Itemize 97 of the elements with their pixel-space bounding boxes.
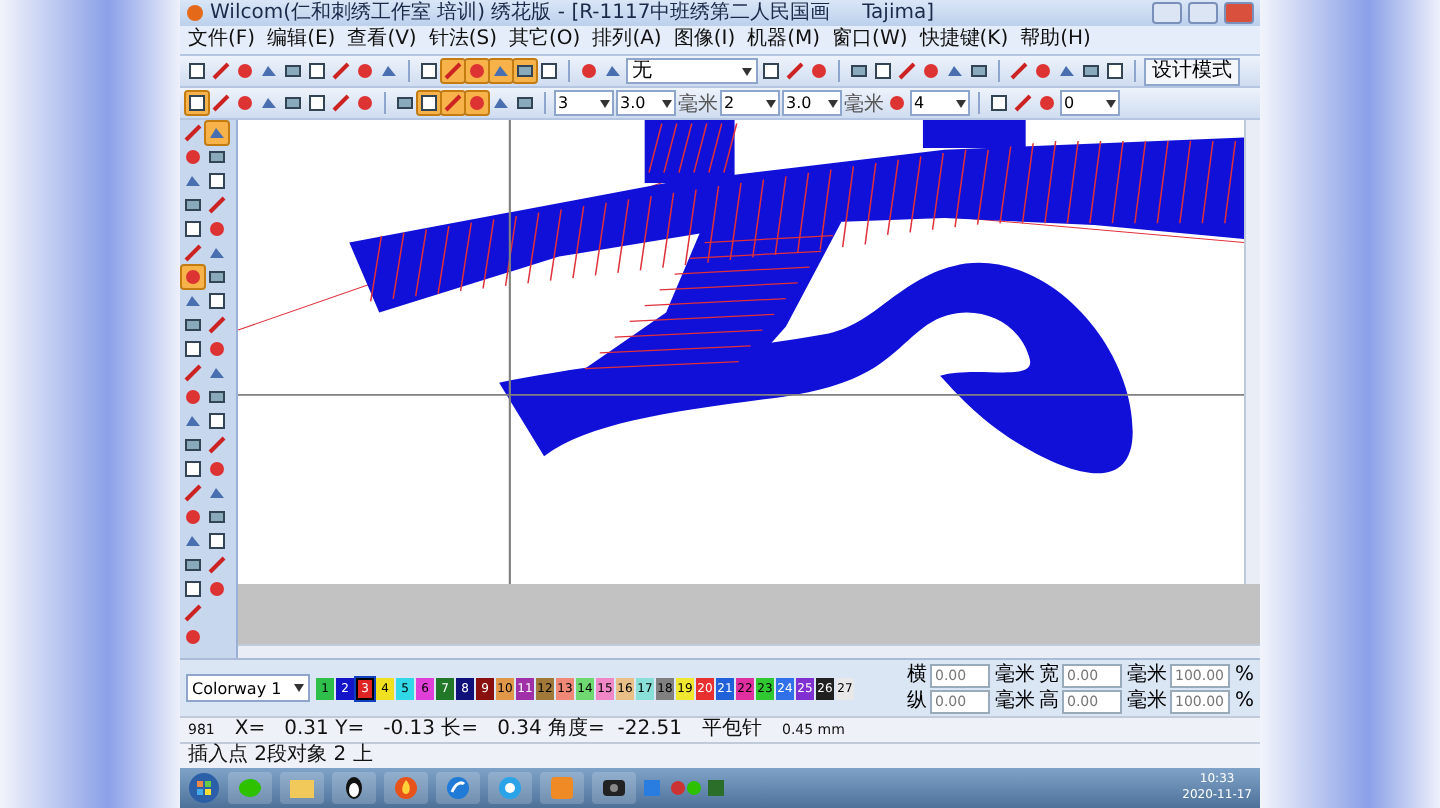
maximize-button[interactable]: [1188, 2, 1218, 24]
toolbar-icon[interactable]: [186, 92, 208, 114]
unit-label: 毫米: [1126, 689, 1167, 713]
toolbar-icon[interactable]: [330, 60, 352, 82]
app-icon: [186, 4, 204, 22]
caret-icon: [956, 99, 966, 107]
toolbar-icon[interactable]: [330, 92, 352, 114]
menu-item[interactable]: 文件(F): [188, 26, 256, 54]
toolbar-icon[interactable]: [394, 92, 416, 114]
unit-label: 毫米: [844, 91, 884, 117]
spin-field[interactable]: 0: [1060, 90, 1120, 116]
spin-field[interactable]: 3: [554, 90, 614, 116]
toolbar-icon[interactable]: [206, 290, 228, 312]
swirl-icon[interactable]: [436, 772, 480, 804]
toolbar-icon[interactable]: [1080, 60, 1102, 82]
toolbar-icon[interactable]: [182, 338, 204, 360]
coordinates-text: X= 0.31 Y= -0.13 长= 0.34 角度= -22.51: [234, 718, 682, 742]
toolbar-icon[interactable]: [896, 60, 918, 82]
hint-text: 插入点 2段对象 2 上: [188, 744, 373, 768]
toolbar-icon[interactable]: [418, 92, 440, 114]
vertical-scrollbar[interactable]: [1244, 120, 1260, 584]
toolbar-icon[interactable]: [514, 60, 536, 82]
toolbar-icon[interactable]: [760, 60, 782, 82]
toolbar-icon[interactable]: [968, 60, 990, 82]
size-label: 宽: [1038, 663, 1059, 687]
menu-item[interactable]: 查看(V): [347, 26, 417, 54]
toolbar-icon[interactable]: [784, 60, 806, 82]
toolbar-icon[interactable]: [206, 170, 228, 192]
window-title: Wilcom(仁和刺绣工作室 培训) 绣花版 - [R-1117中班绣第二人民国画 Tajima]: [210, 0, 937, 26]
toolbar-icon[interactable]: [182, 194, 204, 216]
penguin-icon[interactable]: [332, 772, 376, 804]
toolbar-icon[interactable]: [306, 60, 328, 82]
spin-field[interactable]: 4: [910, 90, 970, 116]
embroidery-design-drawing[interactable]: [238, 120, 1244, 584]
design-mode-button[interactable]: 设计模式: [1144, 57, 1240, 85]
unit-label: 毫米: [678, 91, 718, 117]
menu-item[interactable]: 图像(I): [673, 26, 736, 54]
percent-label: %: [1234, 689, 1254, 713]
spin-field[interactable]: 3.0: [782, 90, 842, 116]
toolbar-icon[interactable]: [538, 60, 560, 82]
toolbar-icon[interactable]: [182, 314, 204, 336]
menu-item[interactable]: 窗口(W): [832, 26, 908, 54]
unit-label: 毫米: [1126, 663, 1167, 687]
caret-icon: [662, 99, 672, 107]
minimize-button[interactable]: [1152, 2, 1182, 24]
spin-field[interactable]: 2: [720, 90, 780, 116]
menu-item[interactable]: 排列(A): [592, 26, 662, 54]
toolbar-icon[interactable]: [186, 60, 208, 82]
spin-field[interactable]: 3.0: [616, 90, 676, 116]
caret-icon: [742, 67, 752, 75]
colorway-dropdown[interactable]: Colorway 1: [186, 674, 310, 702]
toolbar-icon[interactable]: [182, 434, 204, 456]
toolbar-icon[interactable]: [182, 578, 204, 600]
axis-label: 横: [906, 663, 927, 687]
toolbar-icon[interactable]: [182, 554, 204, 576]
toolbar-icon[interactable]: [282, 60, 304, 82]
toolbar-icon[interactable]: [1012, 92, 1034, 114]
toolbar-icon[interactable]: [988, 92, 1010, 114]
start-button[interactable]: [188, 772, 220, 804]
size-label: 高: [1038, 689, 1059, 713]
toolbar-icon[interactable]: [206, 146, 228, 168]
stitch-type-text: 平包针: [702, 718, 762, 742]
toolbar-icon[interactable]: [306, 92, 328, 114]
toolbar-icon[interactable]: [182, 218, 204, 240]
toolbar-icon[interactable]: [514, 92, 536, 114]
toolbar-icon[interactable]: [282, 92, 304, 114]
toolbar-icon[interactable]: [210, 60, 232, 82]
dropdown[interactable]: 无: [626, 58, 758, 84]
toolbar-icon[interactable]: [206, 266, 228, 288]
toolbar-icon[interactable]: [206, 530, 228, 552]
toolbar-icon[interactable]: [206, 386, 228, 408]
camera-icon[interactable]: [592, 772, 636, 804]
menu-item[interactable]: 帮助(H): [1020, 26, 1091, 54]
menu-item[interactable]: 快捷键(K): [919, 26, 1009, 54]
caret-icon: [1106, 99, 1116, 107]
toolbar-icon[interactable]: [1008, 60, 1030, 82]
menu-item[interactable]: 针法(S): [428, 26, 497, 54]
toolbar-icon[interactable]: [182, 458, 204, 480]
caret-icon: [766, 99, 776, 107]
toolbar-icon[interactable]: [206, 506, 228, 528]
menu-item[interactable]: 编辑(E): [267, 26, 336, 54]
caret-icon: [600, 99, 610, 107]
unit-label: 毫米: [994, 689, 1035, 713]
toolbar-icon[interactable]: [872, 60, 894, 82]
menu-item[interactable]: 机器(M): [747, 26, 821, 54]
unit-label: 毫米: [994, 663, 1035, 687]
toolbar-icon[interactable]: [1104, 60, 1126, 82]
axis-label: 纵: [906, 689, 927, 713]
menu-item[interactable]: 其它(O): [509, 26, 581, 54]
toolbar-icon[interactable]: [210, 92, 232, 114]
caret-icon: [828, 99, 838, 107]
horizontal-scrollbar[interactable]: [238, 644, 1260, 658]
percent-label: %: [1234, 663, 1254, 687]
caret-icon: [294, 684, 304, 692]
toolbar-icon[interactable]: [418, 60, 440, 82]
toolbar-icon[interactable]: [848, 60, 870, 82]
toolbar-icon[interactable]: [206, 410, 228, 432]
